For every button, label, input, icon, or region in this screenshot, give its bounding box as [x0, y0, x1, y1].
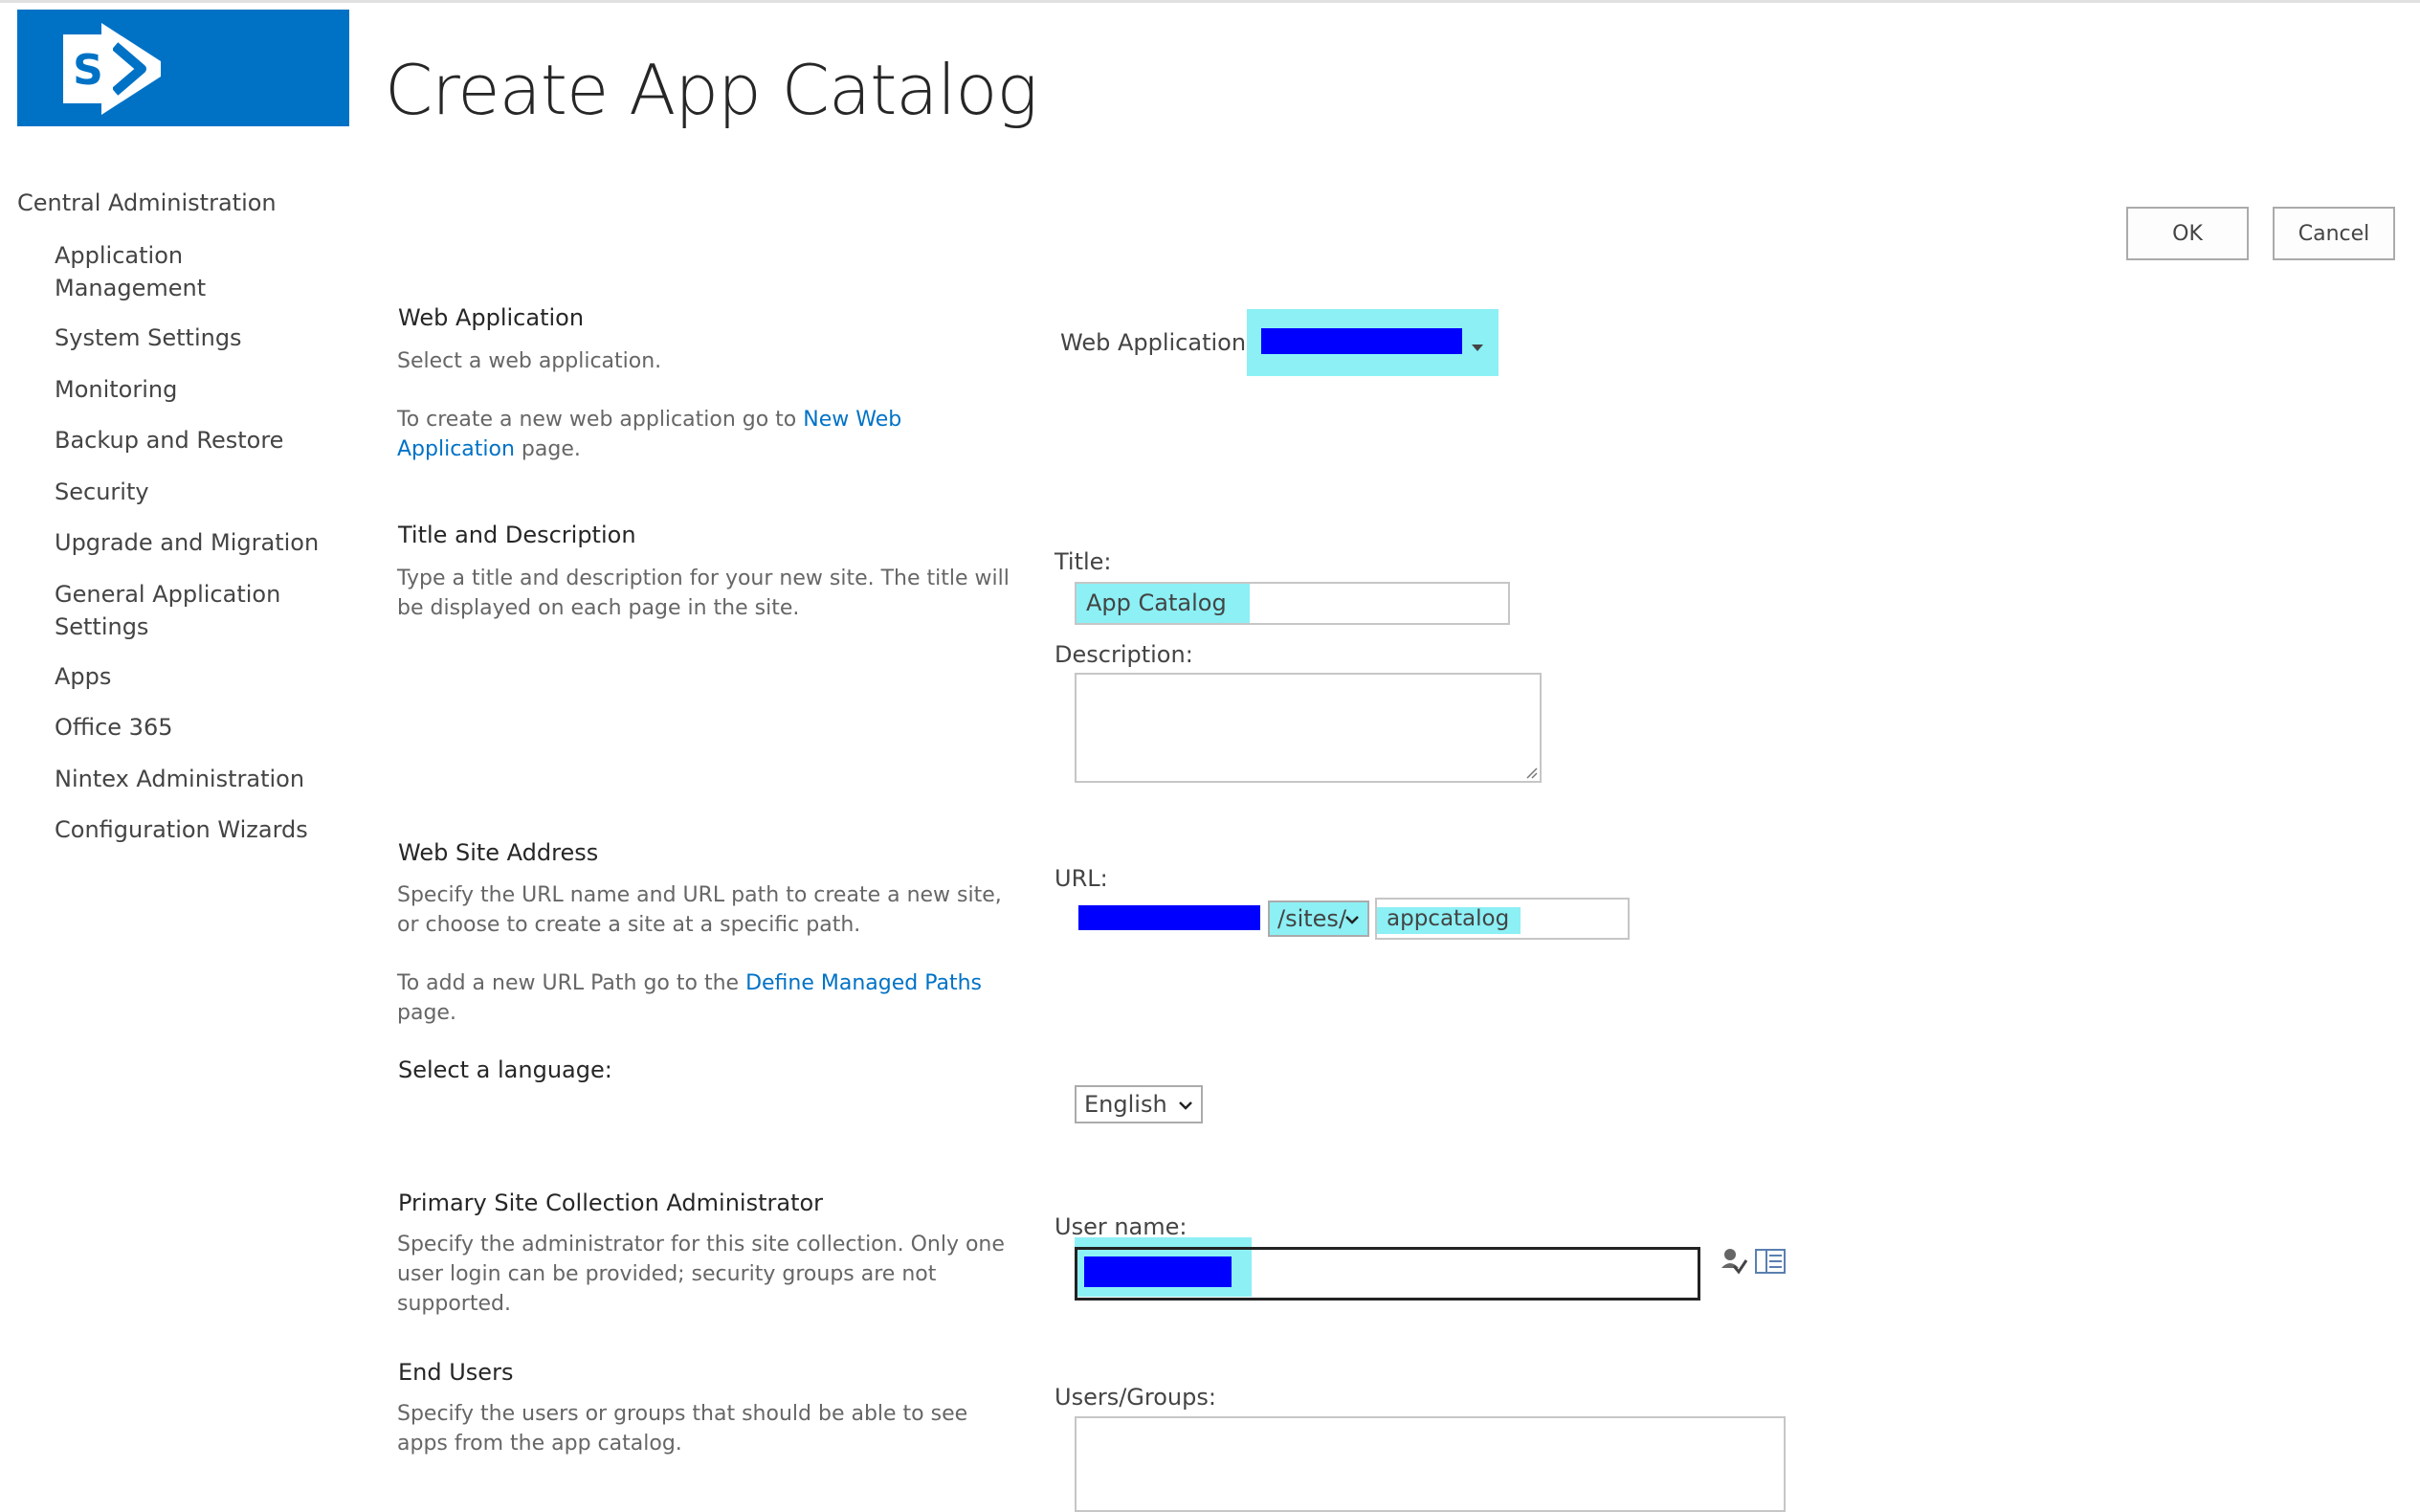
nav-item-upgrade-and-migration[interactable]: Upgrade and Migration: [55, 526, 342, 559]
section-web-application-desc: Select a web application.: [397, 349, 662, 373]
description-label: Description:: [1055, 641, 1193, 668]
users-groups-label: Users/Groups:: [1055, 1384, 1216, 1411]
nav-central-administration[interactable]: Central Administration: [17, 189, 277, 216]
nav-item-apps[interactable]: Apps: [55, 660, 342, 693]
managed-path-select[interactable]: /sites/: [1268, 901, 1369, 937]
url-label: URL:: [1055, 865, 1108, 892]
address-book-icon: [1755, 1249, 1786, 1274]
top-border: [0, 0, 2420, 3]
title-input-value: App Catalog: [1086, 589, 1227, 616]
section-web-site-address-desc2: To add a new URL Path go to the Define M…: [397, 968, 1010, 1028]
sharepoint-logo[interactable]: S: [17, 10, 349, 126]
browse-button[interactable]: [1755, 1249, 1786, 1278]
nav-item-security[interactable]: Security: [55, 476, 342, 508]
nav-item-office-365[interactable]: Office 365: [55, 711, 342, 744]
cancel-button[interactable]: Cancel: [2273, 207, 2395, 260]
svg-text:S: S: [73, 46, 103, 95]
ok-button[interactable]: OK: [2126, 207, 2249, 260]
url-name-input[interactable]: appcatalog: [1375, 898, 1630, 940]
user-name-label: User name:: [1055, 1213, 1188, 1240]
section-web-site-address-desc: Specify the URL name and URL path to cre…: [397, 883, 1002, 937]
web-application-dropdown[interactable]: [1471, 338, 1484, 356]
description-textarea[interactable]: [1075, 673, 1542, 783]
url-host-redacted: [1078, 905, 1260, 930]
section-web-application-heading: Web Application: [398, 304, 585, 331]
section-title-description-heading: Title and Description: [398, 522, 636, 548]
resize-grip-icon[interactable]: [1524, 766, 1538, 779]
nav-item-configuration-wizards[interactable]: Configuration Wizards: [55, 813, 342, 846]
desc2-prefix: To add a new URL Path go to the: [397, 971, 746, 995]
chevron-down-icon: [1179, 1101, 1192, 1110]
nav-item-nintex-administration[interactable]: Nintex Administration: [55, 763, 342, 795]
language-value: English: [1084, 1091, 1167, 1118]
users-groups-input[interactable]: [1075, 1416, 1786, 1512]
desc2-suffix: page.: [397, 1001, 456, 1025]
section-language-heading: Select a language:: [398, 1056, 612, 1083]
check-names-button[interactable]: [1721, 1247, 1748, 1279]
section-title-description-desc: Type a title and description for your ne…: [397, 567, 1010, 620]
check-names-icon: [1721, 1249, 1748, 1275]
nav-item-system-settings[interactable]: System Settings: [55, 322, 342, 354]
title-label: Title:: [1055, 548, 1112, 575]
section-primary-admin-desc: Specify the administrator for this site …: [397, 1233, 1005, 1316]
section-web-application-desc2: To create a new web application go to Ne…: [397, 405, 1010, 464]
web-application-value-redacted: [1261, 328, 1462, 354]
url-name-value: appcatalog: [1387, 906, 1510, 931]
language-select[interactable]: English: [1075, 1085, 1203, 1123]
section-end-users-heading: End Users: [398, 1359, 514, 1386]
title-input[interactable]: App Catalog: [1075, 582, 1510, 625]
web-application-label: Web Application:: [1060, 329, 1254, 356]
managed-path-value: /sites/: [1277, 905, 1347, 932]
nav-item-general-application-settings[interactable]: General Application Settings: [55, 578, 284, 643]
section-primary-admin-heading: Primary Site Collection Administrator: [398, 1190, 824, 1216]
caret-down-icon: [1472, 345, 1483, 351]
user-name-value-redacted: [1084, 1256, 1232, 1287]
nav-item-application-management[interactable]: Application Management: [55, 239, 217, 304]
section-end-users-desc: Specify the users or groups that should …: [397, 1402, 968, 1456]
define-managed-paths-link[interactable]: Define Managed Paths: [745, 971, 982, 995]
nav-item-backup-and-restore[interactable]: Backup and Restore: [55, 424, 342, 456]
desc2-suffix: page.: [514, 437, 581, 461]
section-web-site-address-heading: Web Site Address: [398, 839, 599, 866]
nav-item-monitoring[interactable]: Monitoring: [55, 373, 342, 406]
sharepoint-logo-icon: S: [63, 23, 161, 115]
desc2-prefix: To create a new web application go to: [397, 408, 804, 432]
page-title: Create App Catalog: [385, 50, 1038, 130]
chevron-down-icon: [1345, 916, 1359, 924]
